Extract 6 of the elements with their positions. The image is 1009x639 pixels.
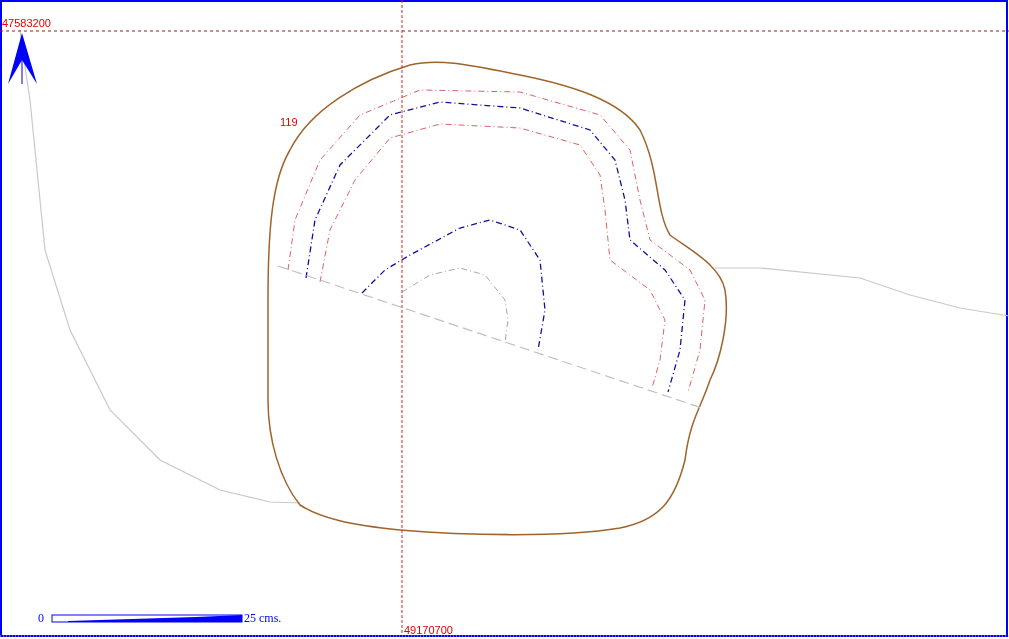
grid-coordinate-label: 47583200 — [2, 17, 51, 29]
scale-start-label: 0 — [38, 611, 44, 625]
grid-coordinate-label: 49170700 — [404, 624, 453, 636]
north-arrow-icon — [8, 33, 37, 85]
contour-elevation-label: 119 — [280, 116, 298, 128]
scale-end-label: 25 cms. — [244, 611, 282, 625]
